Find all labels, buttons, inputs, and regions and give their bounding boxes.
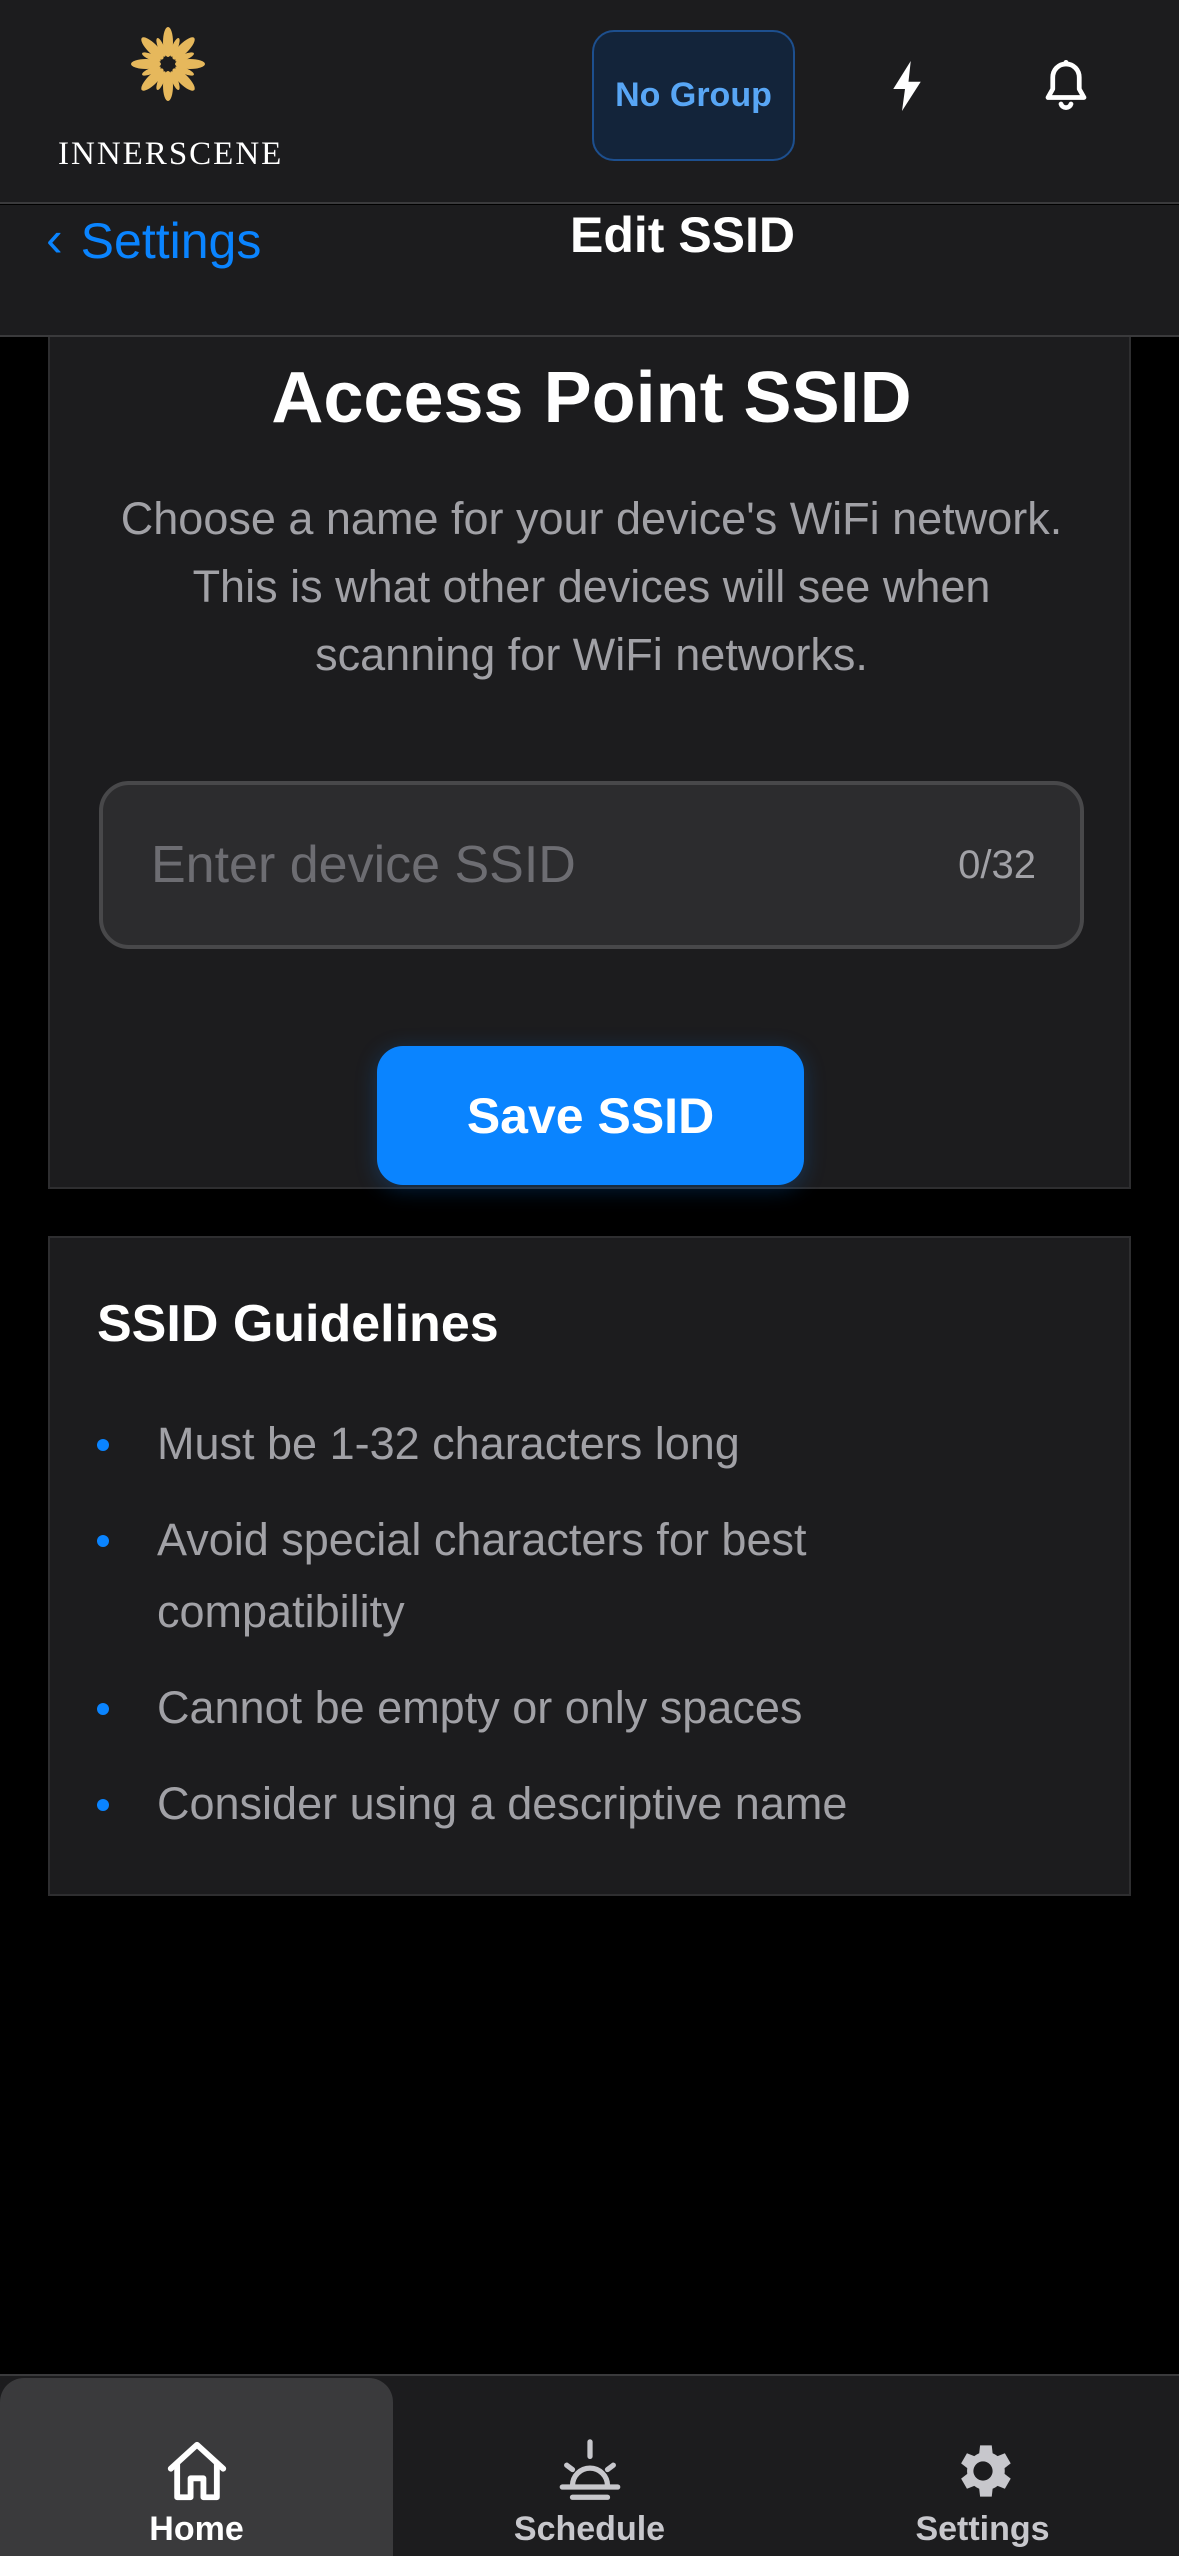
guideline-text: Consider using a descriptive name: [157, 1778, 848, 1829]
bell-icon[interactable]: [1036, 56, 1096, 116]
tab-home[interactable]: Home: [0, 2378, 393, 2556]
bullet-icon: [97, 1439, 109, 1451]
ssid-input-container: 0/32: [99, 781, 1084, 949]
tab-settings[interactable]: Settings: [786, 2378, 1179, 2556]
tab-settings-label: Settings: [915, 2510, 1050, 2548]
bullet-icon: [97, 1799, 109, 1811]
guideline-item: Avoid special characters for best compat…: [97, 1504, 1057, 1648]
tab-schedule-label: Schedule: [513, 2510, 666, 2548]
ssid-card-title: Access Point SSID: [271, 358, 912, 438]
guideline-text: Must be 1-32 characters long: [157, 1418, 740, 1469]
lightning-icon[interactable]: [877, 56, 937, 116]
guidelines-card: SSID Guidelines Must be 1-32 characters …: [48, 1236, 1131, 1896]
tab-schedule[interactable]: Schedule: [393, 2378, 786, 2556]
bottom-tab-bar: Home Schedule Settings: [0, 2374, 1179, 2556]
bullet-icon: [97, 1535, 109, 1547]
ssid-input[interactable]: [151, 825, 911, 905]
guideline-text: Cannot be empty or only spaces: [157, 1682, 803, 1733]
home-icon: [167, 2441, 226, 2501]
guideline-item: Must be 1-32 characters long: [97, 1408, 1057, 1480]
tab-home-label: Home: [149, 2510, 244, 2548]
sunrise-icon: [559, 2439, 620, 2500]
guidelines-title: SSID Guidelines: [97, 1295, 499, 1353]
flower-logo-icon: [131, 27, 205, 101]
brand-logo[interactable]: INNERSCENE: [58, 24, 281, 172]
back-button[interactable]: ‹ Settings: [46, 211, 262, 269]
back-label: Settings: [80, 213, 262, 269]
brand-name: INNERSCENE: [58, 136, 284, 172]
guideline-text: Avoid special characters for best compat…: [157, 1514, 807, 1637]
ssid-card: Access Point SSID Choose a name for your…: [48, 337, 1131, 1189]
ssid-card-description: Choose a name for your device's WiFi net…: [120, 493, 1063, 680]
chevron-left-icon: ‹: [46, 211, 63, 267]
character-counter: 0/32: [958, 843, 1036, 887]
bullet-icon: [97, 1703, 109, 1715]
guideline-item: Cannot be empty or only spaces: [97, 1672, 1057, 1744]
top-bar: INNERSCENE No Group: [0, 0, 1179, 204]
gear-icon: [960, 2445, 1011, 2497]
guideline-item: Consider using a descriptive name: [97, 1768, 1057, 1840]
edit-ssid-screen: INNERSCENE No Group ‹ Settings Edit SSID…: [0, 0, 1179, 2556]
group-selector-button[interactable]: No Group: [592, 30, 795, 161]
guidelines-list: Must be 1-32 characters long Avoid speci…: [97, 1408, 1057, 1864]
page-title: Edit SSID: [570, 207, 796, 263]
save-ssid-button[interactable]: Save SSID: [377, 1046, 804, 1185]
